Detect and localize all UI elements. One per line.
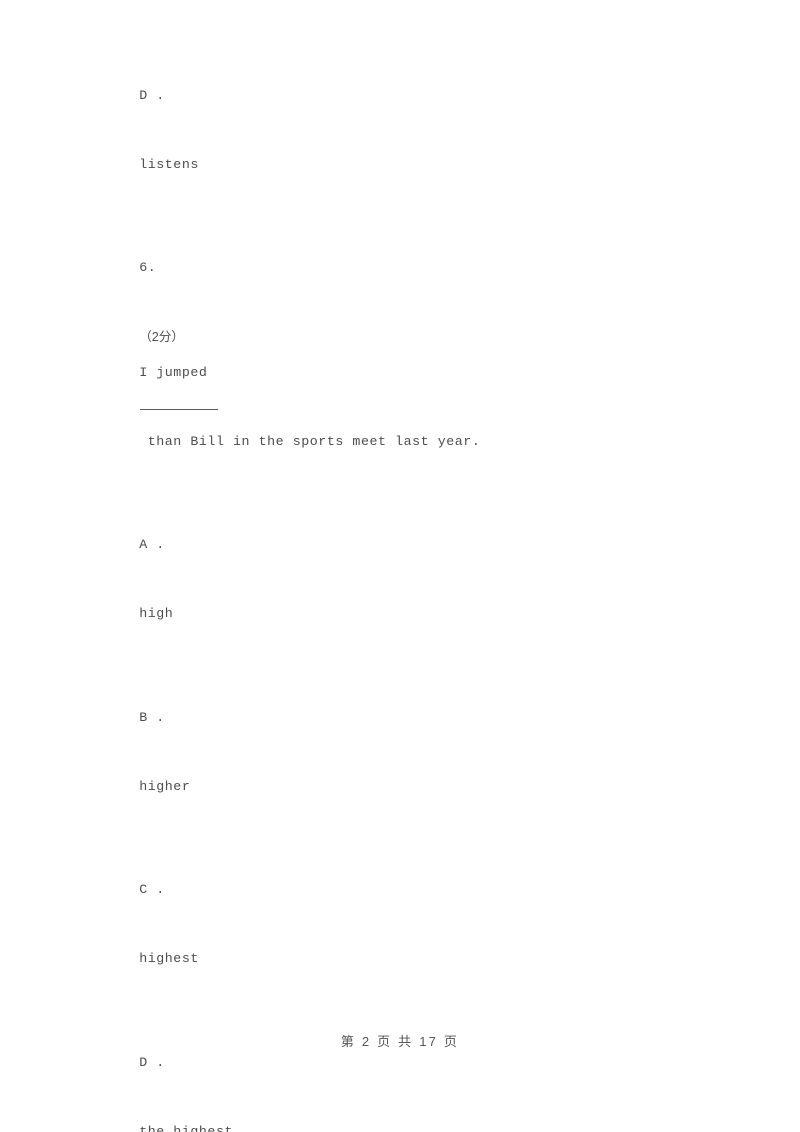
option-label: C .	[139, 882, 165, 897]
option-text: the highest	[139, 1123, 234, 1132]
question-number: 6.	[139, 260, 157, 275]
question-stem: 6. （2分） I jumped than Bill in the sports…	[45, 217, 755, 494]
option-label: B .	[139, 709, 165, 725]
page-footer: 第 2 页 共 17 页	[340, 1034, 460, 1049]
option-text: highest	[139, 951, 199, 966]
answer-blank[interactable]	[140, 397, 219, 410]
document-page: D . listens 6. （2分） I jumped than Bill i…	[0, 0, 800, 1132]
option-row[interactable]: D . listens	[45, 44, 755, 217]
option-row[interactable]: C . highest	[45, 839, 755, 1012]
option-label: D .	[139, 1054, 165, 1070]
option-text: high	[139, 606, 174, 621]
option-label: D .	[139, 87, 165, 103]
page-content: D . listens 6. （2分） I jumped than Bill i…	[45, 44, 755, 1132]
option-row[interactable]: D . the highest	[45, 1011, 755, 1132]
option-row[interactable]: B . higher	[45, 666, 755, 839]
option-text: higher	[139, 778, 191, 794]
question-text-after: than Bill in the sports meet last year.	[139, 433, 481, 449]
option-row[interactable]: A . high	[45, 494, 755, 667]
option-text: listens	[139, 156, 199, 172]
option-label: A .	[139, 537, 165, 552]
question-score: （2分）	[139, 330, 184, 344]
question-text-before: I jumped	[139, 364, 208, 380]
